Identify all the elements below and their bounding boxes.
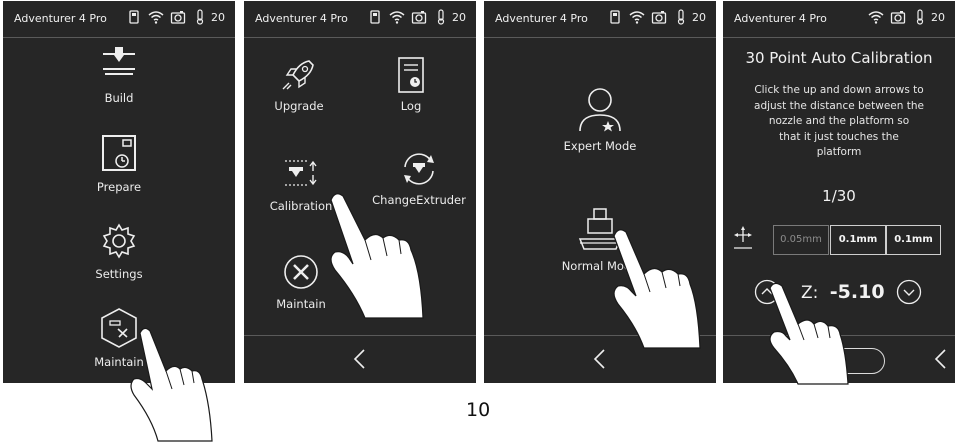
main-menu-screen: Adventurer 4 Pro 20 Build Prepare Settin… (3, 1, 235, 383)
thermometer-icon (916, 9, 924, 25)
step-option-0-1mm-alt[interactable]: 0.1mm (886, 225, 941, 255)
usb-icon (610, 10, 620, 24)
next-button[interactable] (815, 348, 885, 374)
z-down-button[interactable] (896, 279, 922, 305)
thermometer-icon (677, 9, 685, 25)
gear-icon (102, 223, 136, 259)
camera-icon (890, 11, 906, 24)
temperature-readout: 20 (211, 10, 225, 24)
status-bar: Adventurer 4 Pro 20 (484, 1, 716, 38)
instruction-line: platform (816, 146, 862, 158)
mode-select-screen: Adventurer 4 Pro 20 Expert Mode Normal M… (484, 1, 716, 383)
app-title: Adventurer 4 Pro (255, 12, 348, 25)
back-chevron-icon[interactable] (592, 348, 608, 370)
usb-icon (370, 10, 380, 24)
build-icon (103, 47, 135, 75)
wifi-icon (389, 11, 405, 24)
z-label: Z: (801, 283, 819, 303)
instructions-block: Click the up and down arrows to adjust t… (723, 83, 955, 161)
maintain-label: Maintain (94, 355, 144, 369)
maintain-menu-screen: Adventurer 4 Pro 20 Upgrade Log Calibrat… (244, 1, 476, 383)
bottom-bar (484, 335, 716, 384)
z-up-button[interactable] (754, 279, 780, 305)
log-icon (398, 57, 424, 93)
normal-mode-label: Normal Mode (561, 259, 639, 273)
usb-icon (129, 10, 139, 24)
progress-counter: 1/30 (822, 187, 856, 205)
camera-icon (170, 11, 186, 24)
step-option-0-1mm[interactable]: 0.1mm (830, 225, 886, 255)
instruction-line: that it just touches the (779, 130, 899, 143)
camera-icon (651, 11, 667, 24)
wifi-icon (148, 11, 164, 24)
page-number: 10 (466, 399, 491, 421)
temperature-readout: 20 (692, 10, 706, 24)
wifi-icon (868, 11, 884, 24)
maintain-menu-item[interactable]: Maintain (256, 253, 346, 311)
app-title: Adventurer 4 Pro (14, 12, 107, 25)
back-chevron-icon[interactable] (933, 348, 949, 370)
z-value: -5.10 (829, 281, 885, 303)
expert-mode-label: Expert Mode (563, 139, 637, 153)
change-extruder-label: ChangeExtruder (372, 193, 466, 207)
expert-mode-item[interactable]: Expert Mode (540, 87, 660, 153)
app-title: Adventurer 4 Pro (734, 12, 827, 25)
change-extruder-icon (404, 153, 434, 185)
app-title: Adventurer 4 Pro (495, 12, 588, 25)
camera-icon (411, 11, 427, 24)
normal-mode-item[interactable]: Normal Mode (540, 207, 660, 273)
upgrade-label: Upgrade (274, 99, 324, 113)
status-bar: Adventurer 4 Pro 20 (3, 1, 235, 38)
thermometer-icon (196, 9, 204, 25)
calibration-menu-item[interactable]: Calibration (256, 157, 346, 213)
instruction-line: Click the up and down arrows to (754, 84, 924, 96)
thermometer-icon (437, 9, 445, 25)
settings-menu-item[interactable]: Settings (69, 221, 169, 281)
calibration-title: 30 Point Auto Calibration (745, 49, 933, 67)
bottom-bar (723, 335, 955, 384)
back-chevron-icon[interactable] (352, 348, 368, 370)
normal-printer-icon (578, 208, 622, 250)
prepare-icon (102, 135, 136, 171)
calibration-label: Calibration (269, 199, 333, 213)
maintain-menu-item[interactable]: Maintain (69, 307, 169, 369)
auto-calibration-screen: Adventurer 4 Pro 20 30 Point Auto Calibr… (723, 1, 955, 383)
step-option-0-05mm[interactable]: 0.05mm (773, 225, 829, 255)
instruction-line: nozzle and the platform so (768, 115, 910, 127)
change-extruder-menu-item[interactable]: ChangeExtruder (360, 151, 478, 207)
temperature-readout: 20 (931, 10, 945, 24)
prepare-label: Prepare (96, 180, 142, 194)
build-menu-item[interactable]: Build (69, 45, 169, 105)
move-axes-icon (734, 226, 752, 249)
build-label: Build (104, 91, 134, 105)
settings-label: Settings (95, 267, 143, 281)
maintain-label: Maintain (276, 297, 326, 311)
rocket-icon (282, 60, 314, 90)
upgrade-menu-item[interactable]: Upgrade (254, 57, 344, 113)
calibration-icon (285, 160, 317, 186)
status-bar: Adventurer 4 Pro 20 (723, 1, 955, 38)
z-readout: Z: -5.10 (801, 281, 885, 303)
log-label: Log (400, 99, 422, 113)
log-menu-item[interactable]: Log (366, 57, 456, 113)
maintain-hex-icon (101, 308, 137, 348)
temperature-readout: 20 (452, 10, 466, 24)
wifi-icon (629, 11, 645, 24)
status-bar: Adventurer 4 Pro 20 (244, 1, 476, 38)
bottom-bar (244, 335, 476, 384)
prepare-menu-item[interactable]: Prepare (69, 134, 169, 194)
expert-user-icon (579, 88, 621, 132)
tools-icon (284, 255, 318, 289)
instruction-line: adjust the distance between the (754, 99, 924, 112)
